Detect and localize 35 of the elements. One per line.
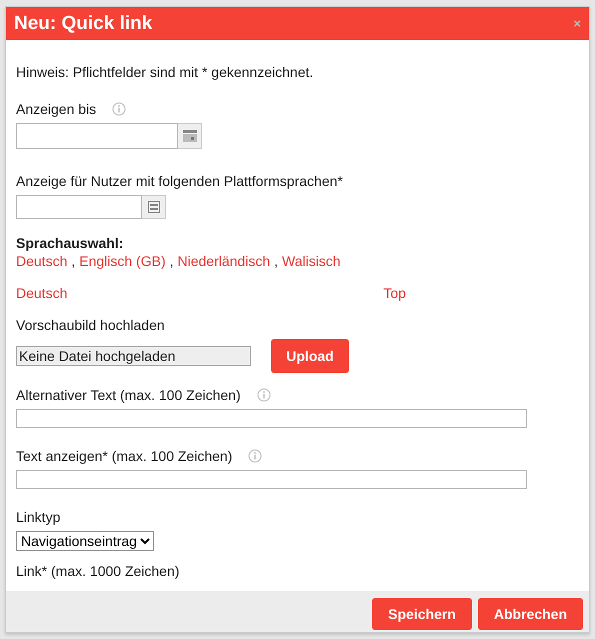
language-link[interactable]: Deutsch bbox=[16, 285, 68, 301]
upload-button[interactable]: Upload bbox=[271, 339, 349, 373]
top-link[interactable]: Top bbox=[383, 285, 406, 301]
field-label: Text anzeigen* (max. 100 Zeichen) bbox=[16, 448, 232, 464]
language-link[interactable]: Deutsch bbox=[16, 253, 68, 269]
separator-text: , bbox=[274, 253, 278, 269]
field-label: Vorschaubild hochladen bbox=[16, 317, 165, 333]
language-field[interactable] bbox=[16, 195, 142, 219]
calendar-icon bbox=[182, 130, 196, 142]
field-label: Link* (max. 1000 Zeichen) bbox=[16, 563, 180, 579]
dialog-button[interactable]: Abbrechen bbox=[478, 598, 583, 630]
calendar-button[interactable] bbox=[178, 123, 202, 149]
info-icon[interactable] bbox=[256, 388, 271, 402]
info-icon[interactable] bbox=[248, 449, 262, 463]
list-button[interactable] bbox=[142, 195, 166, 219]
hint-text: Hinweis: Pflichtfelder sind mit * gekennzeichnet. bbox=[16, 64, 314, 80]
text-field[interactable] bbox=[16, 470, 527, 489]
field-label: Alternativer Text (max. 100 Zeichen) bbox=[16, 387, 241, 403]
file-status: Keine Datei hochgeladen bbox=[16, 346, 251, 366]
language-link[interactable]: Englisch (GB) bbox=[79, 253, 166, 269]
language-link[interactable]: Niederländisch bbox=[178, 253, 270, 269]
field-label: Linktyp bbox=[16, 509, 60, 525]
separator-text: , bbox=[170, 253, 174, 269]
dialog-title: Neu: Quick link bbox=[14, 12, 152, 34]
list-icon bbox=[148, 201, 160, 213]
field-label: Anzeige für Nutzer mit folgenden Plattformsprachen* bbox=[16, 173, 343, 189]
text-field[interactable] bbox=[16, 409, 527, 428]
dialog-button[interactable]: Speichern bbox=[372, 598, 472, 630]
field-label: Anzeigen bis bbox=[16, 101, 96, 117]
language-link[interactable]: Walisisch bbox=[282, 253, 341, 269]
section-heading: Sprachauswahl: bbox=[16, 235, 124, 251]
info-icon[interactable] bbox=[112, 102, 126, 116]
date-field[interactable] bbox=[16, 123, 178, 149]
separator-text: , bbox=[71, 253, 76, 269]
link-type-dropdown[interactable]: Navigationseintrag bbox=[16, 531, 154, 551]
